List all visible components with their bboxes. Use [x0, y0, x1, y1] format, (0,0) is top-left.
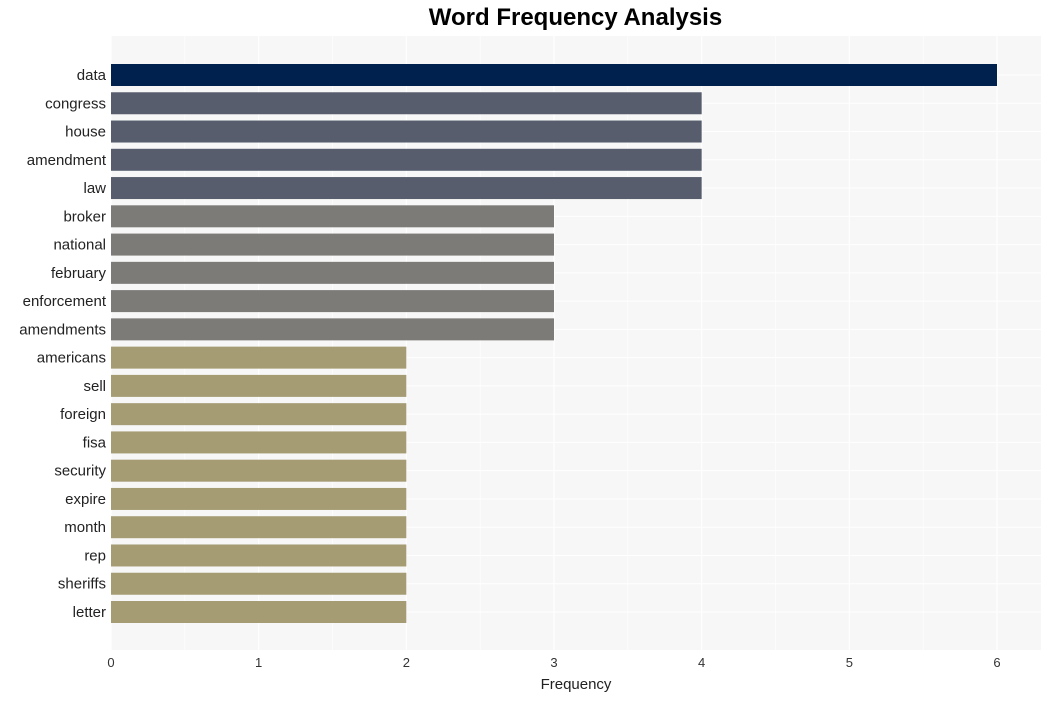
bar-chart: data congress house amendment law broker natio…	[19, 36, 1041, 693]
bar-amendment	[111, 148, 702, 171]
bar-americans	[111, 346, 407, 369]
category-label-month: month	[64, 519, 106, 536]
category-label-sheriffs: sheriffs	[58, 576, 106, 593]
bar-security	[111, 459, 407, 482]
x-tick-label: 5	[846, 655, 853, 670]
category-label-enforcement: enforcement	[23, 293, 107, 310]
category-label-broker: broker	[63, 208, 106, 225]
bar-fisa	[111, 431, 407, 454]
bar-law	[111, 177, 702, 200]
category-label-letter: letter	[73, 604, 106, 621]
category-label-national: national	[53, 237, 106, 254]
x-tick-label: 1	[255, 655, 262, 670]
category-label-february: february	[51, 265, 107, 282]
category-labels: data congress house amendment law broker natio…	[19, 67, 107, 621]
bar-month	[111, 516, 407, 539]
bar-sell	[111, 374, 407, 397]
bar-letter	[111, 601, 407, 623]
bar-expire	[111, 487, 407, 510]
x-tick-label: 4	[698, 655, 705, 670]
category-label-sell: sell	[83, 378, 106, 395]
category-label-amendment: amendment	[27, 152, 107, 169]
category-label-americans: americans	[37, 350, 106, 367]
bar-national	[111, 233, 554, 256]
x-tick-label: 2	[403, 655, 410, 670]
category-label-amendments: amendments	[19, 321, 106, 338]
bar-congress	[111, 92, 702, 115]
bar-data	[111, 64, 997, 86]
bar-enforcement	[111, 290, 554, 313]
category-label-congress: congress	[45, 95, 106, 112]
bar-house	[111, 120, 702, 143]
x-tick-label: 6	[993, 655, 1000, 670]
category-label-law: law	[83, 180, 106, 197]
x-tick-labels: 0 1 2 3 4 5 6	[107, 655, 1000, 670]
bar-february	[111, 261, 554, 284]
category-label-fisa: fisa	[83, 434, 107, 451]
bar-broker	[111, 205, 554, 228]
x-tick-label: 3	[550, 655, 557, 670]
bar-amendments	[111, 318, 554, 341]
category-label-security: security	[54, 463, 106, 480]
bar-foreign	[111, 403, 407, 426]
bar-sheriffs	[111, 572, 407, 595]
category-label-foreign: foreign	[60, 406, 106, 423]
category-label-expire: expire	[65, 491, 106, 508]
bar-rep	[111, 544, 407, 567]
x-axis-title: Frequency	[541, 676, 612, 693]
category-label-data: data	[77, 67, 107, 84]
x-tick-label: 0	[107, 655, 114, 670]
category-label-house: house	[65, 124, 106, 141]
category-label-rep: rep	[84, 547, 106, 564]
